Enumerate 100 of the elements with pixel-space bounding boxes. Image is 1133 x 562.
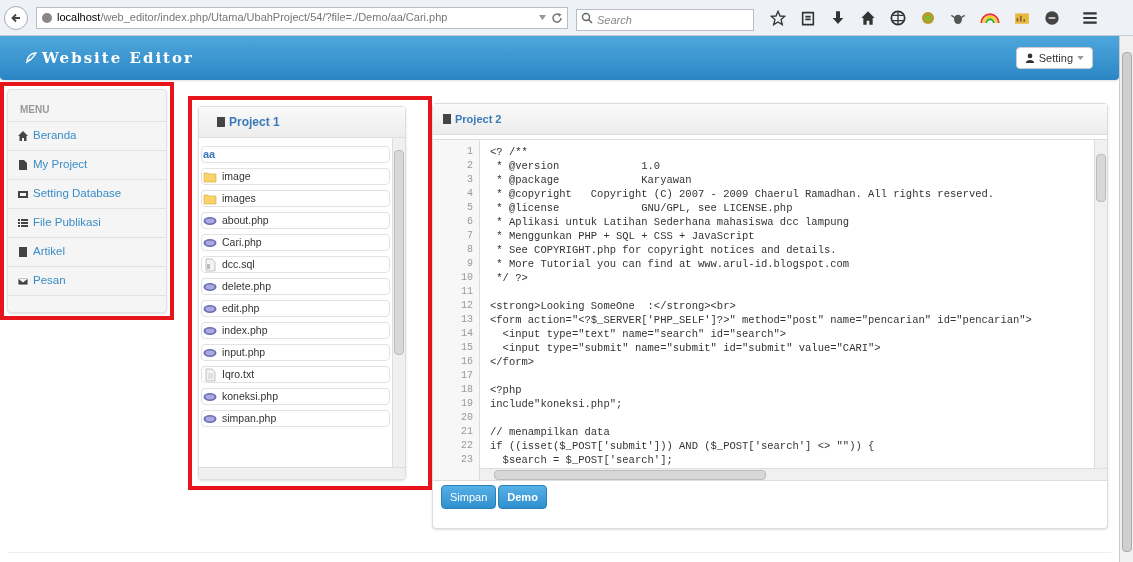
scrollbar[interactable] [199, 467, 405, 479]
book-icon [215, 116, 227, 128]
panel-title: Project 2 [455, 111, 502, 127]
code-line: $search = $_POST['search']; [501, 454, 673, 466]
file-item[interactable]: koneksi.php [201, 388, 390, 405]
scrollbar[interactable] [1094, 140, 1107, 468]
folder-icon [203, 192, 217, 205]
envelope-icon [17, 275, 29, 287]
code-line: </form> [490, 356, 535, 368]
php-file-icon [203, 346, 217, 359]
scrollbar[interactable] [392, 138, 405, 467]
app-title: Website Editor [42, 47, 194, 69]
search-field[interactable]: Search [576, 8, 754, 31]
line-number: 8 [467, 243, 473, 257]
search-icon [581, 11, 593, 24]
line-number: 10 [461, 271, 473, 285]
line-number: 9 [467, 257, 473, 271]
php-file-icon [203, 390, 217, 403]
file-item[interactable]: Cari.php [201, 234, 390, 251]
url-text: localhost/web_editor/index.php/Utama/UbahProject/54/?file=./Demo/aa/Cari.php [57, 10, 448, 26]
menu-item[interactable]: My Project [8, 151, 166, 180]
panel-title: Project 1 [229, 114, 280, 131]
line-number: 7 [467, 229, 473, 243]
file-item[interactable]: images [201, 190, 390, 207]
file-icon [17, 159, 29, 171]
clipboard-icon[interactable] [800, 9, 816, 26]
download-icon[interactable] [830, 9, 846, 26]
menu-heading: MENU [8, 102, 166, 122]
back-arrow-icon [10, 11, 22, 24]
menu-icon[interactable] [1082, 9, 1098, 26]
line-number: 15 [461, 341, 473, 355]
code-line: * @package Karyawan [495, 174, 692, 186]
folder-icon [203, 170, 217, 183]
code-line: * @license GNU/GPL, see LICENSE.php [495, 202, 793, 214]
php-file-icon [203, 280, 217, 293]
scrollbar[interactable] [1119, 36, 1133, 562]
line-number: 17 [461, 369, 473, 383]
hard-drive-icon [17, 188, 29, 200]
code-line: <input type="submit" name="submit" id="submit" value="CARI"> [501, 342, 881, 354]
file-item[interactable]: Iqro.txt [201, 366, 390, 383]
line-number: 16 [461, 355, 473, 369]
code-line: * See COPYRIGHT.php for copyright notices and details. [495, 244, 837, 256]
logo-icon [24, 51, 38, 65]
home-icon[interactable] [860, 9, 876, 26]
star-icon[interactable] [770, 9, 786, 26]
code-line: * Menggunkan PHP + SQL + CSS + JavaScript [495, 230, 755, 242]
menu-item[interactable]: Setting Database [8, 180, 166, 209]
line-number: 13 [461, 313, 473, 327]
code-line: <input type="text" name="search" id="search"> [501, 328, 787, 340]
scrollbar[interactable] [480, 468, 1107, 480]
php-file-icon [203, 324, 217, 337]
php-file-icon [203, 302, 217, 315]
setting-button[interactable]: Setting [1015, 47, 1093, 69]
code-line: * @copyright Copyright (C) 2007 - 2009 Chaerul Ramadhan. All rights reserved. [495, 188, 995, 200]
book-icon [17, 246, 29, 258]
file-item[interactable]: delete.php [201, 278, 390, 295]
line-number: 14 [461, 327, 473, 341]
list-icon [17, 217, 29, 229]
file-item[interactable]: input.php [201, 344, 390, 361]
line-number: 4 [467, 187, 473, 201]
line-number: 6 [467, 215, 473, 229]
file-item[interactable]: index.php [201, 322, 390, 339]
code-line: // menampilkan data [490, 426, 610, 438]
code-line: <strong>Looking SomeOne :</strong><br> [490, 300, 736, 312]
dropdown-icon [538, 14, 547, 21]
line-number: 21 [461, 425, 473, 439]
user-icon [1024, 53, 1035, 63]
line-number: 5 [467, 201, 473, 215]
book-icon [441, 113, 453, 125]
php-file-icon [203, 236, 217, 249]
address-bar[interactable]: localhost/web_editor/index.php/Utama/UbahProject/54/?file=./Demo/aa/Cari.php [36, 6, 568, 29]
file-item[interactable]: about.php [201, 212, 390, 229]
code-line: <form action="<?$_SERVER['PHP_SELF']?>" method="post" name="pencarian" id="pencarian"> [490, 314, 1032, 326]
line-number: 18 [461, 383, 473, 397]
home-icon [17, 130, 29, 142]
document-icon [203, 367, 217, 382]
line-number: 22 [461, 439, 473, 453]
folder-name: aa [201, 146, 390, 163]
code-editor[interactable] [433, 139, 1107, 481]
back-button[interactable] [4, 5, 28, 30]
code-line: * @version 1.0 [495, 160, 661, 172]
reload-icon[interactable] [551, 11, 563, 24]
line-number: 11 [461, 285, 473, 299]
document-icon [203, 257, 217, 272]
file-item[interactable]: image [201, 168, 390, 185]
line-number: 2 [467, 159, 473, 173]
php-file-icon [203, 214, 217, 227]
line-number: 3 [467, 173, 473, 187]
line-number: 20 [461, 411, 473, 425]
code-line: */ ?> [495, 272, 528, 284]
php-file-icon [203, 412, 217, 425]
caret-icon [1077, 56, 1084, 60]
file-item[interactable]: dcc.sql [201, 256, 390, 273]
file-item[interactable]: simpan.php [201, 410, 390, 427]
code-line: <?php [490, 384, 522, 396]
file-item[interactable]: edit.php [201, 300, 390, 317]
line-number: 1 [467, 145, 473, 159]
code-line: if ((isset($_POST['submit'])) AND ($_POST['search'] <> "")) { [490, 440, 875, 452]
code-line: * Aplikasi untuk Latihan Sederhana mahasiswa dcc lampung [495, 216, 850, 228]
line-number: 23 [461, 453, 473, 467]
